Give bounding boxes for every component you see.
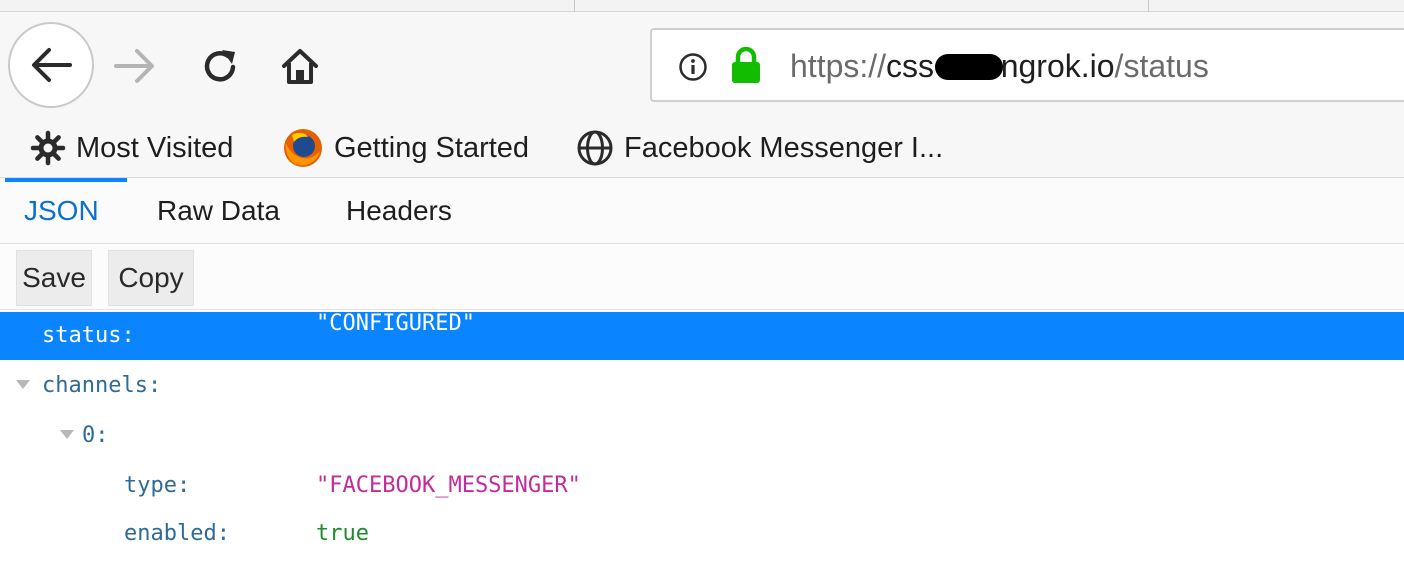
reload-button[interactable] (196, 42, 246, 90)
back-button[interactable] (8, 22, 94, 108)
tab-strip (0, 0, 1404, 12)
bookmark-label: Getting Started (334, 131, 530, 164)
json-row-status[interactable]: status: "CONFIGURED" (0, 311, 1404, 360)
tab-headers[interactable]: Headers (346, 178, 452, 244)
json-viewer-tabs: JSON Raw Data Headers (0, 178, 1404, 244)
forward-arrow-icon (114, 49, 154, 83)
back-arrow-icon (32, 48, 72, 82)
json-toolbar: Save Copy (0, 244, 1404, 310)
redaction-mark (934, 54, 1003, 80)
navigation-toolbar: https://css-ngrok.io/status (0, 12, 1404, 120)
tab-separator (574, 0, 575, 12)
url-text[interactable]: https://css-ngrok.io/status (790, 46, 1209, 86)
lock-icon[interactable] (730, 46, 762, 84)
bookmark-label: Most Visited (76, 131, 234, 164)
json-key: status: (42, 323, 135, 348)
tab-separator (1148, 0, 1149, 12)
json-row-type[interactable]: type: "FACEBOOK_MESSENGER" (0, 462, 1404, 510)
bookmarks-toolbar: Most Visited Getting Started Facebook Me… (0, 120, 1404, 178)
json-key: enabled: (124, 521, 230, 546)
json-boolean-value: true (316, 521, 369, 546)
address-bar[interactable]: https://css-ngrok.io/status (650, 28, 1404, 102)
json-key: channels: (42, 373, 162, 398)
json-row-channels[interactable]: channels: (0, 362, 1404, 410)
expand-toggle-icon[interactable] (60, 430, 74, 439)
url-scheme: https:// (790, 48, 887, 84)
expand-toggle-icon[interactable] (16, 380, 30, 389)
json-key: 0: (82, 423, 109, 448)
home-button[interactable] (274, 42, 326, 90)
reload-icon (204, 50, 236, 82)
bookmark-facebook-messenger[interactable]: Facebook Messenger I... (576, 126, 943, 170)
bookmark-label: Facebook Messenger I... (624, 131, 944, 164)
json-row-enabled[interactable]: enabled: true (0, 510, 1404, 558)
bookmark-most-visited[interactable]: Most Visited (30, 126, 233, 170)
json-row-index-0[interactable]: 0: (0, 412, 1404, 460)
json-string-value: "FACEBOOK_MESSENGER" (316, 473, 581, 498)
globe-icon (577, 130, 613, 166)
json-string-value: "CONFIGURED" (316, 311, 475, 336)
home-icon (282, 49, 318, 84)
info-icon[interactable] (678, 52, 708, 82)
tab-json[interactable]: JSON (24, 178, 99, 244)
gear-icon (30, 130, 66, 166)
bookmark-getting-started[interactable]: Getting Started (282, 126, 529, 170)
save-button[interactable]: Save (16, 250, 92, 306)
firefox-icon (284, 129, 322, 167)
copy-button[interactable]: Copy (108, 250, 194, 306)
json-key: type: (124, 473, 191, 498)
forward-button[interactable] (110, 44, 160, 88)
tab-raw-data[interactable]: Raw Data (157, 178, 280, 244)
url-host-suffix: ngrok.io (1000, 48, 1115, 84)
url-path: /status (1114, 48, 1209, 84)
